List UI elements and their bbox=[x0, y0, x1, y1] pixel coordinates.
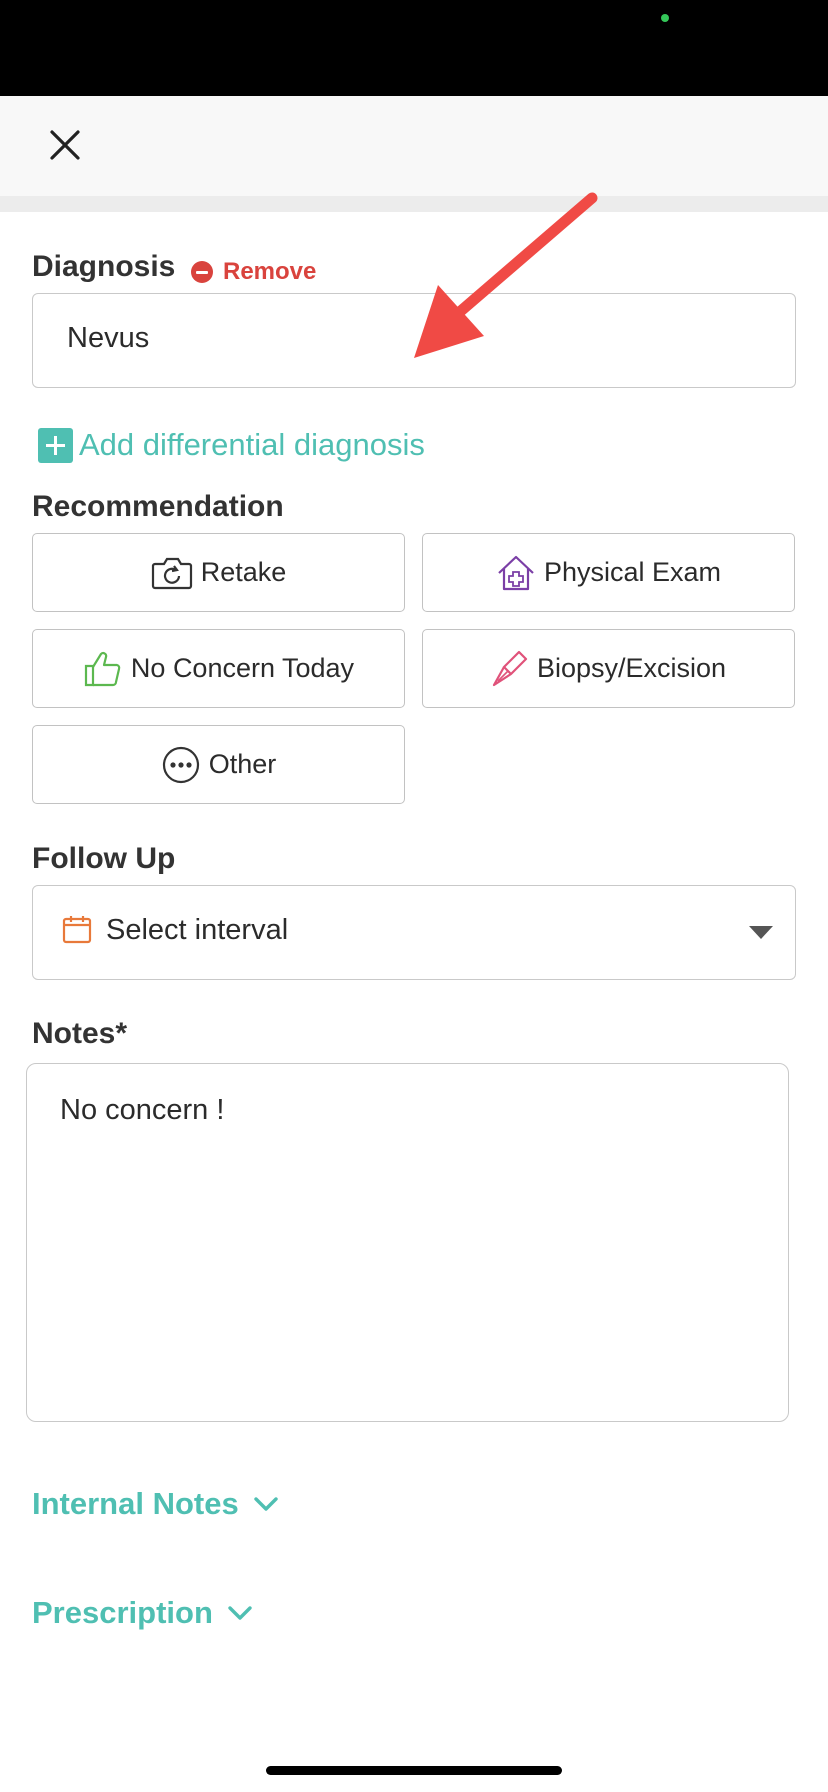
recommendation-biopsy-button[interactable]: Biopsy/Excision bbox=[422, 629, 795, 708]
physical-exam-label: Physical Exam bbox=[543, 557, 722, 587]
house-medical-icon bbox=[496, 554, 536, 592]
annotation-arrow bbox=[414, 192, 598, 358]
remove-diagnosis-button[interactable]: Remove bbox=[191, 258, 316, 286]
notes-textarea[interactable]: No concern ! bbox=[26, 1063, 789, 1422]
recommendation-retake-button[interactable]: Retake bbox=[32, 533, 405, 612]
chevron-down-icon bbox=[228, 1606, 252, 1620]
plus-square-icon bbox=[38, 427, 73, 463]
home-indicator bbox=[266, 1766, 562, 1775]
notes-label: Notes* bbox=[32, 1017, 128, 1050]
minus-circle-icon bbox=[191, 261, 213, 283]
calendar-icon bbox=[62, 914, 92, 949]
camera-indicator-dot bbox=[661, 14, 669, 22]
follow-up-select[interactable]: Select interval bbox=[32, 885, 796, 980]
scalpel-icon bbox=[491, 649, 529, 689]
other-label: Other bbox=[208, 749, 277, 779]
top-bar bbox=[0, 96, 828, 196]
camera-retake-icon bbox=[151, 556, 193, 590]
more-dots-icon bbox=[161, 745, 201, 785]
prescription-label: Prescription bbox=[32, 1595, 213, 1630]
follow-up-placeholder: Select interval bbox=[106, 914, 289, 946]
chevron-down-icon bbox=[254, 1497, 278, 1511]
close-button[interactable] bbox=[38, 118, 92, 172]
remove-label: Remove bbox=[223, 258, 317, 285]
diagnosis-label: Diagnosis bbox=[32, 250, 176, 283]
recommendation-other-button[interactable]: Other bbox=[32, 725, 405, 804]
thumbs-up-icon bbox=[83, 650, 123, 688]
follow-up-label: Follow Up bbox=[32, 842, 176, 875]
biopsy-label: Biopsy/Excision bbox=[536, 653, 727, 683]
status-bar bbox=[0, 0, 828, 96]
diagnosis-value: Nevus bbox=[67, 322, 150, 354]
add-differential-label: Add differential diagnosis bbox=[79, 427, 425, 462]
retake-label: Retake bbox=[200, 557, 287, 587]
chevron-down-icon bbox=[749, 926, 773, 939]
recommendation-physical-exam-button[interactable]: Physical Exam bbox=[422, 533, 795, 612]
internal-notes-toggle[interactable]: Internal Notes bbox=[32, 1486, 279, 1522]
recommendation-no-concern-button[interactable]: No Concern Today bbox=[32, 629, 405, 708]
recommendation-label: Recommendation bbox=[32, 490, 284, 523]
close-icon bbox=[50, 130, 80, 160]
notes-value: No concern ! bbox=[60, 1094, 225, 1126]
internal-notes-label: Internal Notes bbox=[32, 1486, 239, 1521]
no-concern-label: No Concern Today bbox=[130, 653, 355, 683]
add-differential-diagnosis-button[interactable]: Add differential diagnosis bbox=[38, 427, 425, 463]
prescription-toggle[interactable]: Prescription bbox=[32, 1595, 253, 1631]
